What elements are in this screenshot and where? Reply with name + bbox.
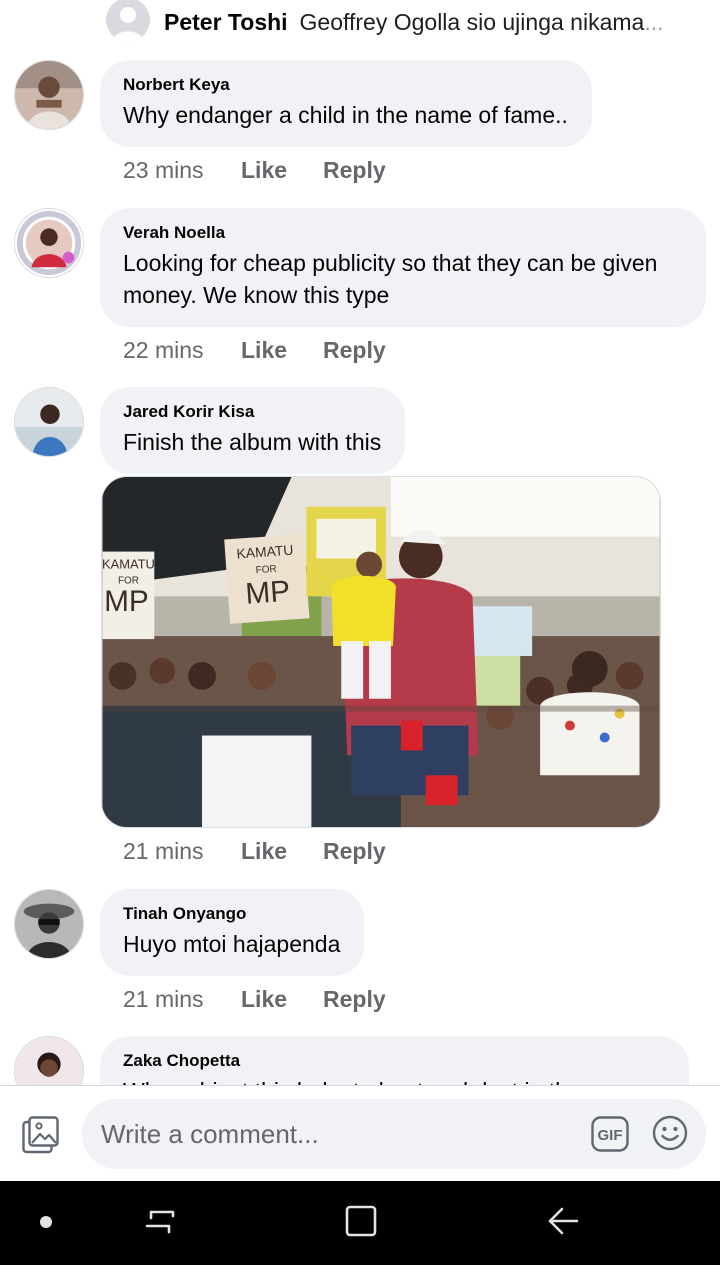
comment-time: 21 mins xyxy=(123,838,204,864)
nav-dot-indicator[interactable] xyxy=(40,1216,52,1228)
comment-composer: GIF xyxy=(0,1085,720,1181)
sign-left-line: MP xyxy=(104,585,149,618)
home-icon[interactable] xyxy=(344,1203,378,1239)
truncation-ellipsis: ... xyxy=(644,9,664,35)
recent-apps-icon[interactable] xyxy=(143,1204,177,1238)
photo-gallery-icon[interactable] xyxy=(22,1116,60,1154)
commenter-name[interactable]: Peter Toshi xyxy=(164,9,288,36)
comment-actions: 22 mins Like Reply xyxy=(123,335,422,365)
commenter-name[interactable]: Tinah Onyango xyxy=(123,903,340,925)
comment-text: Why endanger a child in the name of fame… xyxy=(123,102,568,128)
comment-time: 21 mins xyxy=(123,986,204,1012)
reply-button[interactable]: Reply xyxy=(323,155,386,185)
comment-actions: 21 mins Like Reply xyxy=(123,836,422,866)
like-button[interactable]: Like xyxy=(241,335,287,365)
comment-time: 22 mins xyxy=(123,337,204,363)
comment-bubble[interactable]: Verah Noella Looking for cheap publicity… xyxy=(100,208,706,327)
comment-actions: 21 mins Like Reply xyxy=(123,984,422,1014)
avatar-tinah-onyango[interactable] xyxy=(14,889,84,959)
avatar-zaka-chopetta[interactable] xyxy=(14,1036,84,1085)
reply-button[interactable]: Reply xyxy=(323,836,386,866)
back-icon[interactable] xyxy=(545,1203,581,1239)
system-navigation-bar xyxy=(0,1181,720,1265)
avatar[interactable] xyxy=(106,0,150,42)
comment-text: Finish the album with this xyxy=(123,429,382,455)
commenter-name[interactable]: Zaka Chopetta xyxy=(123,1050,665,1072)
top-reply-preview[interactable]: Peter Toshi Geoffrey Ogolla sio ujinga n… xyxy=(106,0,720,45)
comment-time: 23 mins xyxy=(123,157,204,183)
sign-left-line: KAMATU xyxy=(102,556,155,571)
reply-button[interactable]: Reply xyxy=(323,984,386,1014)
comment-actions: 23 mins Like Reply xyxy=(123,155,422,185)
comment-input-pill[interactable]: GIF xyxy=(82,1099,706,1169)
comment-bubble[interactable]: Jared Korir Kisa Finish the album with t… xyxy=(100,387,406,474)
avatar-verah-noella[interactable] xyxy=(14,208,84,278)
like-button[interactable]: Like xyxy=(241,155,287,185)
gif-icon[interactable]: GIF xyxy=(591,1116,629,1152)
comment-bubble[interactable]: Zaka Chopetta Why subject this baby to h… xyxy=(100,1036,689,1085)
like-button[interactable]: Like xyxy=(241,984,287,1014)
comments-feed[interactable]: Peter Toshi Geoffrey Ogolla sio ujinga n… xyxy=(0,0,720,1085)
commenter-name[interactable]: Jared Korir Kisa xyxy=(123,401,381,423)
comment-text: Why subject this baby to heat and dust i… xyxy=(123,1075,665,1085)
sign-right-line: FOR xyxy=(255,564,277,576)
commenter-name[interactable]: Norbert Keya xyxy=(123,74,568,96)
comment-attached-photo[interactable]: KAMATU FOR MP KAMATU FOR MP xyxy=(101,476,661,828)
avatar-jared-korir-kisa[interactable] xyxy=(14,387,84,457)
comment-input[interactable] xyxy=(82,1099,562,1169)
gif-label: GIF xyxy=(598,1127,623,1144)
commenter-name[interactable]: Verah Noella xyxy=(123,222,682,244)
comment-text: Huyo mtoi hajapenda xyxy=(123,931,341,957)
comment-text: Geoffrey Ogolla sio ujinga nikama xyxy=(299,9,645,35)
avatar-norbert-keya[interactable] xyxy=(14,60,84,130)
smiley-icon[interactable] xyxy=(652,1115,688,1151)
reply-button[interactable]: Reply xyxy=(323,335,386,365)
sign-right-line: MP xyxy=(244,575,291,611)
comment-text-line: Looking for cheap publicity so that they… xyxy=(123,250,658,276)
comment-text-line: money. We know this type xyxy=(123,282,390,308)
comment-bubble[interactable]: Norbert Keya Why endanger a child in the… xyxy=(100,60,592,147)
like-button[interactable]: Like xyxy=(241,836,287,866)
comment-bubble[interactable]: Tinah Onyango Huyo mtoi hajapenda xyxy=(100,889,365,976)
